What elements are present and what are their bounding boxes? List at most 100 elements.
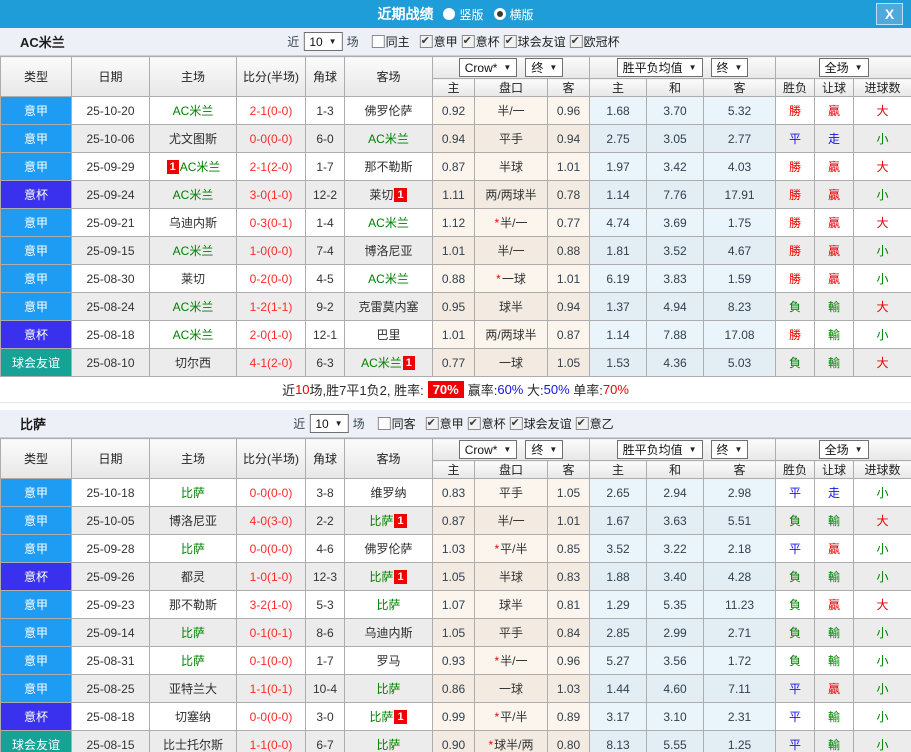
- team-name: 乌迪内斯: [364, 626, 413, 640]
- home-team-cell: AC米兰: [149, 292, 237, 321]
- avg-stage-select[interactable]: 终: [710, 58, 749, 77]
- odds-away-cell: 1.01: [546, 152, 591, 181]
- odds-away-value: 1.05: [556, 485, 581, 500]
- odds-stage-select[interactable]: 终: [525, 58, 564, 77]
- team-name: 切塞纳: [174, 710, 211, 724]
- odds-away-value: 0.94: [556, 131, 581, 146]
- summary-segment: 50%: [543, 382, 570, 397]
- league-type-cell: 球会友谊: [0, 348, 72, 377]
- corner-value: 6-0: [316, 131, 334, 146]
- filter-checkbox-意乙[interactable]: 意乙: [575, 415, 614, 432]
- avg-win-value: 1.29: [606, 597, 630, 612]
- rank-badge: 1: [166, 160, 179, 174]
- scope-select[interactable]: 全场: [818, 58, 869, 77]
- match-date-cell: 25-09-24: [71, 180, 150, 209]
- team-name: AC米兰: [368, 272, 409, 286]
- radio-label: 竖版: [459, 7, 484, 22]
- filter-checkbox-同客[interactable]: 同客: [377, 415, 416, 432]
- league-type-label: 意杯: [23, 710, 48, 724]
- filter-checkbox-欧冠杯[interactable]: 欧冠杯: [569, 33, 620, 50]
- result-cell: 平: [775, 730, 816, 752]
- avg-draw-cell: 4.60: [646, 674, 705, 703]
- handicap-cell: 半/一: [474, 506, 548, 535]
- sub-header-avg-draw: 和: [646, 78, 705, 97]
- league-type-cell: 意甲: [0, 208, 72, 237]
- avg-lose-cell: 2.31: [703, 702, 777, 731]
- col-header-score: 比分(半场): [236, 56, 306, 97]
- odds-away-value: 0.85: [556, 541, 581, 556]
- handicap-value: 半/一: [497, 514, 525, 528]
- odds-away-value: 0.80: [556, 737, 581, 752]
- filter-checkbox-球会友谊[interactable]: 球会友谊: [509, 415, 572, 432]
- corner-cell: 1-3: [305, 96, 345, 125]
- odds-group-header: Crow* 终: [431, 438, 591, 461]
- filter-checkbox-意杯[interactable]: 意杯: [467, 415, 506, 432]
- filter-checkbox-同主[interactable]: 同主: [371, 33, 410, 50]
- filter-checkbox-球会友谊[interactable]: 球会友谊: [503, 33, 566, 50]
- goals-result-cell: 大: [853, 96, 911, 125]
- match-count-select[interactable]: 10: [309, 414, 349, 433]
- odds-company-select[interactable]: Crow*: [458, 58, 518, 77]
- avg-win-value: 2.85: [606, 625, 630, 640]
- avg-draw-value: 3.05: [663, 131, 687, 146]
- score-value: 1-1(0-0): [249, 737, 293, 752]
- corner-value: 3-8: [316, 485, 334, 500]
- filter-checkbox-意甲[interactable]: 意甲: [419, 33, 458, 50]
- avg-draw-cell: 7.76: [646, 180, 705, 209]
- team-name: 乌迪内斯: [168, 216, 217, 230]
- team-name: 博洛尼亚: [168, 514, 217, 528]
- odds-home-cell: 0.90: [432, 730, 475, 752]
- goals-result-cell: 大: [853, 590, 911, 619]
- result-cell: 平: [775, 478, 816, 507]
- odds-home-value: 0.86: [441, 681, 466, 696]
- filter-checkbox-意杯[interactable]: 意杯: [461, 33, 500, 50]
- odds-company-select[interactable]: Crow*: [458, 440, 518, 459]
- avg-lose-cell: 4.03: [703, 152, 777, 181]
- avg-stage-select[interactable]: 终: [710, 440, 749, 459]
- avg-draw-cell: 3.56: [646, 646, 705, 675]
- odds-stage-select[interactable]: 终: [525, 440, 564, 459]
- odds-home-value: 0.94: [441, 131, 466, 146]
- handicap-result-cell: 走: [814, 124, 855, 153]
- handicap-result-cell: 輸: [814, 618, 855, 647]
- handicap-result-value: 輸: [828, 654, 841, 668]
- score-cell: 0-0(0-0): [236, 124, 306, 153]
- layout-radio-horizontal[interactable]: 横版: [493, 6, 534, 23]
- league-type-label: 意杯: [23, 188, 48, 202]
- match-date-cell: 25-09-21: [71, 208, 150, 237]
- filter-checkbox-意甲[interactable]: 意甲: [425, 415, 464, 432]
- layout-radio-vertical[interactable]: 竖版: [443, 6, 484, 23]
- summary-segment: 赢率:: [467, 383, 498, 398]
- score-value: 0-3(0-1): [249, 215, 293, 230]
- results-table: 类型 日期 主场 比分(半场) 角球 客场 Crow* 终 胜平负均值 终: [0, 56, 911, 377]
- result-cell: 平: [775, 124, 816, 153]
- corner-value: 6-3: [316, 355, 334, 370]
- match-date: 25-08-30: [86, 271, 135, 286]
- scope-select[interactable]: 全场: [818, 440, 869, 459]
- match-count-value: 10: [309, 34, 323, 49]
- match-row: 意甲 25-08-30 莱切 0-2(0-0) 4-5 AC米兰 0.88 *一球 1.01 6.…: [0, 264, 911, 293]
- away-team-cell: 维罗纳: [344, 478, 433, 507]
- league-type-cell: 意甲: [0, 674, 72, 703]
- corner-cell: 1-7: [305, 152, 345, 181]
- avg-win-value: 3.52: [606, 541, 630, 556]
- handicap-result-value: 輸: [828, 356, 841, 370]
- score-value: 4-1(2-0): [249, 355, 293, 370]
- odds-home-cell: 1.11: [432, 180, 475, 209]
- away-team-cell: 博洛尼亚: [344, 236, 433, 265]
- avg-type-select[interactable]: 胜平负均值: [616, 440, 703, 459]
- avg-lose-cell: 5.32: [703, 96, 777, 125]
- result-value: 勝: [789, 160, 802, 174]
- radio-icon: [443, 8, 456, 20]
- match-date: 25-10-18: [86, 485, 135, 500]
- match-date-cell: 25-10-06: [71, 124, 150, 153]
- odds-home-cell: 0.77: [432, 348, 475, 377]
- filter-suffix-label: 场: [346, 35, 359, 49]
- team-name: 比萨: [376, 738, 401, 752]
- close-button[interactable]: X: [876, 3, 903, 25]
- match-count-select[interactable]: 10: [303, 32, 343, 51]
- avg-draw-value: 7.88: [663, 327, 687, 342]
- avg-lose-cell: 5.03: [703, 348, 777, 377]
- match-row: 意甲 25-08-24 AC米兰 1-2(1-1) 9-2 克雷莫内塞 0.95 球半 0.94…: [0, 292, 911, 321]
- avg-type-select[interactable]: 胜平负均值: [616, 58, 703, 77]
